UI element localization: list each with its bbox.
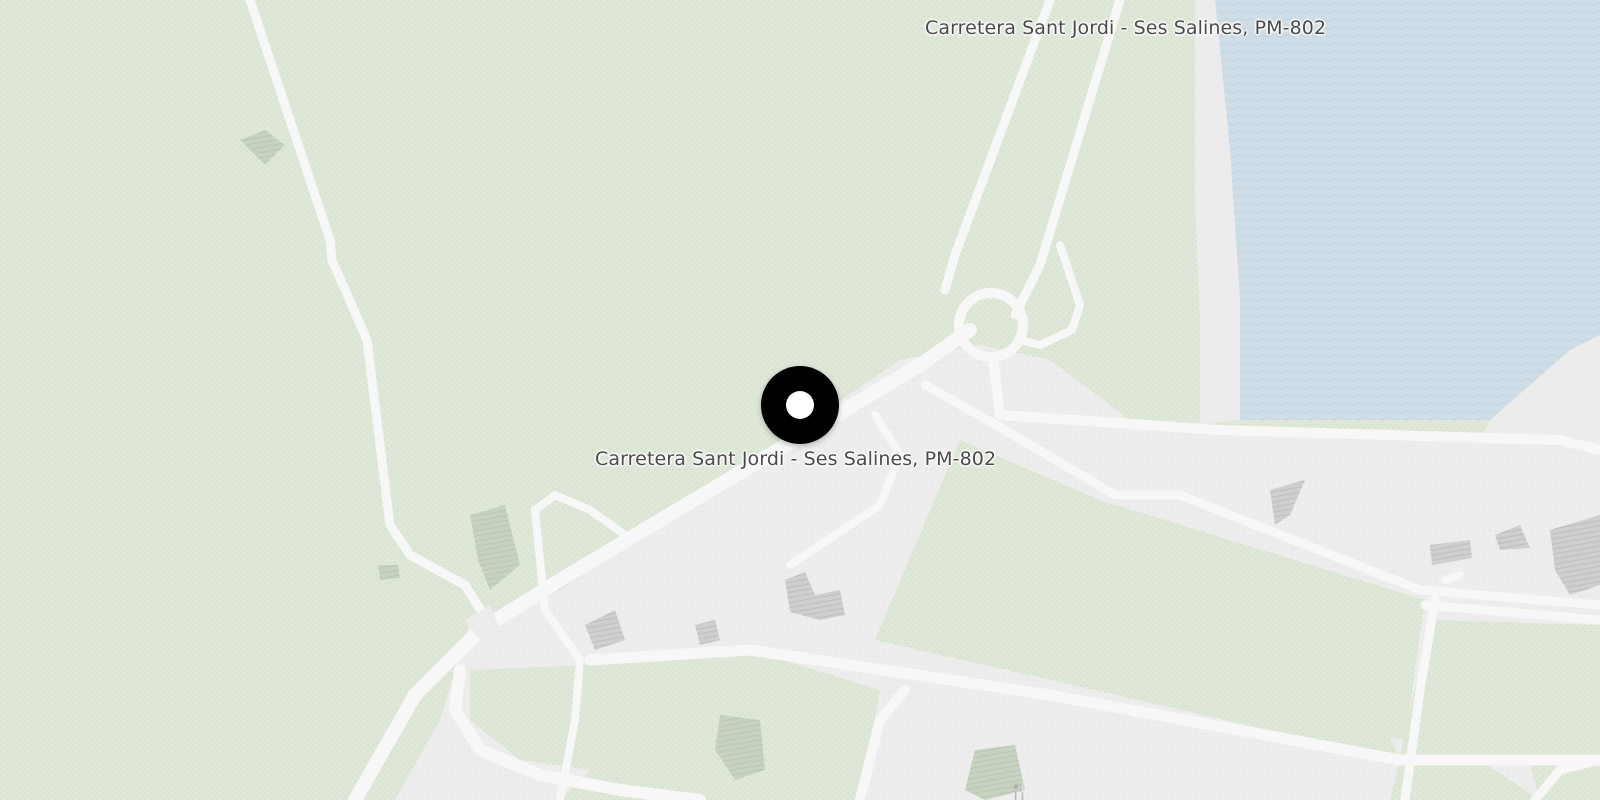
building	[378, 565, 400, 580]
road-label-main: Carretera Sant Jordi - Ses Salines, PM-8…	[595, 448, 997, 470]
road-label-north: Carretera Sant Jordi - Ses Salines, PM-8…	[925, 17, 1327, 39]
water-area	[1210, 0, 1600, 420]
location-pin-icon[interactable]	[761, 366, 839, 444]
pin-center-dot	[786, 391, 814, 419]
road-spur-east	[1441, 571, 1464, 584]
restaurant-icon[interactable]: 🍴	[1008, 784, 1030, 800]
map-view[interactable]: Carretera Sant Jordi - Ses Salines, PM-8…	[0, 0, 1600, 800]
